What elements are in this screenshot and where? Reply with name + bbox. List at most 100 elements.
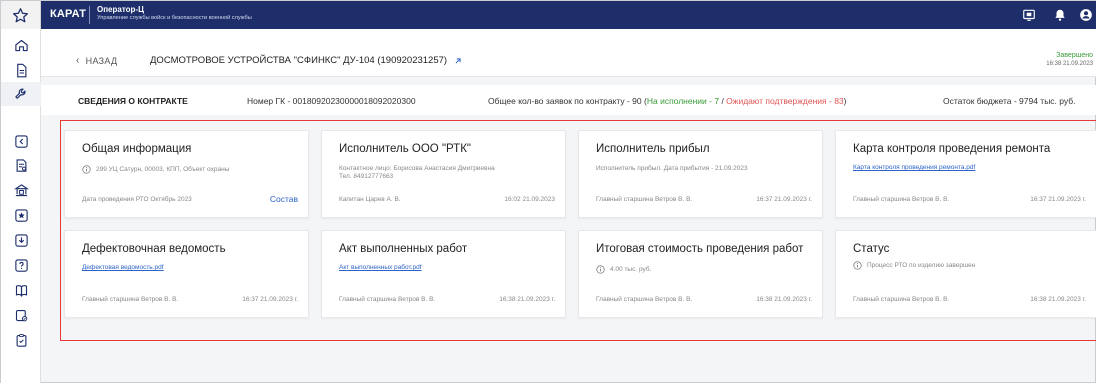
sidebar-item-repair[interactable] (1, 82, 41, 106)
card-title: Общая информация (82, 143, 192, 155)
card-footer-left: Главный старшина Ветров В. В. (596, 296, 693, 303)
user-icon (1080, 9, 1092, 21)
report-icon (16, 158, 26, 172)
card-title: Статус (853, 243, 890, 255)
page-header: ‹ НАЗАД ДОСМОТРОВОЕ УСТРОЙСТВА "СФИНКС" … (41, 29, 1096, 77)
card-title: Исполнитель ООО "РТК" (339, 143, 471, 155)
status-label: Завершено (1056, 52, 1093, 59)
card-footer-right: 16:38 21.09.2023 г. (756, 296, 812, 303)
help-square-icon (14, 258, 28, 272)
card-status[interactable]: Статус Процесс РТО по изделию завершен Г… (835, 230, 1096, 318)
card-line: 4.00 тыс. руб. (596, 265, 651, 274)
brand-divider (89, 6, 90, 24)
bank-icon (13, 183, 29, 196)
contract-title: СВЕДЕНИЯ О КОНТРАКТЕ (78, 96, 188, 106)
chevron-left-icon: ‹ (76, 55, 80, 66)
work-act-pdf-link[interactable]: Акт выполненных работ.pdf (339, 264, 422, 271)
card-title: Исполнитель прибыл (596, 143, 710, 155)
app-frame: КАРАТ Оператор-Ц Управление службы войск… (0, 0, 1096, 383)
card-contractor[interactable]: Исполнитель ООО "РТК" Контактное лицо: Б… (321, 130, 566, 218)
clipboard-icon (16, 333, 26, 347)
star-square-icon (14, 208, 28, 222)
defect-list-pdf-link[interactable]: Дефектовая ведомость.pdf (82, 264, 164, 271)
card-footer-left: Главный старшина Ветров В. В. (82, 296, 179, 303)
card-total-cost[interactable]: Итоговая стоимость проведения работ 4.00… (578, 230, 823, 318)
external-link-icon[interactable] (453, 56, 463, 66)
card-footer-right: 16:02 21.09.2023 (504, 196, 555, 203)
star-icon (12, 7, 29, 22)
repair-control-pdf-link[interactable]: Карта контроля проведения ремонта.pdf (853, 164, 975, 171)
sidebar-item-library[interactable] (1, 278, 41, 302)
notifications-button[interactable] (1051, 6, 1069, 24)
checklist-icon (15, 309, 27, 321)
sidebar-item-reports[interactable] (1, 153, 41, 177)
card-footer-right: 16:38 21.09.2023 г. (499, 296, 555, 303)
card-title: Итоговая стоимость проведения работ (596, 243, 804, 255)
card-line-text: Контактное лицо: Борисова Анастасия Дмит… (339, 165, 495, 172)
card-line: Исполнитель прибыл. Дата прибытия - 21.0… (596, 165, 748, 172)
card-footer-right: 16:37 21.09.2023 г. (1030, 196, 1086, 203)
bell-icon (1055, 9, 1065, 21)
card-defect-list[interactable]: Дефектовочная ведомость Дефектовая ведом… (64, 230, 309, 318)
requests-in-progress[interactable]: На исполнении - 7 (647, 96, 719, 106)
sidebar-item-tasks[interactable] (1, 328, 41, 352)
requests-total: Общее кол-во заявок по контракту - 90 ( (488, 96, 647, 106)
page-title-text: ДОСМОТРОВОЕ УСТРОЙСТВА "СФИНКС" ДУ-104 (… (150, 55, 448, 66)
card-footer-left: Дата проведения РТО Октябрь 2023 (82, 196, 192, 203)
card-line-text: Процесс РТО по изделию завершен (867, 262, 976, 269)
sidebar-item-documents[interactable] (1, 58, 41, 82)
sidebar-item-help[interactable] (1, 253, 41, 277)
book-icon (15, 284, 27, 297)
card-line-text: 299 УЦ Сатурн, 00003, КПП, Объект охраны (96, 166, 230, 173)
requests-awaiting[interactable]: Ожидают подтверждения - 83 (726, 96, 843, 106)
card-footer-right: 16:38 21.09.2023 г. (1030, 296, 1086, 303)
card-work-act[interactable]: Акт выполненных работ Акт выполненных ра… (321, 230, 566, 318)
card-footer-left: Главный старшина Ветров В. В. (853, 196, 950, 203)
brand-logo[interactable]: КАРАТ (50, 8, 86, 20)
back-label: НАЗАД (85, 55, 118, 66)
sidebar-item-download[interactable] (1, 228, 41, 252)
info-icon (596, 265, 605, 274)
card-line: Контактное лицо: Борисова Анастасия Дмит… (339, 165, 495, 172)
info-icon (82, 165, 91, 174)
top-bar: КАРАТ Оператор-Ц Управление службы войск… (1, 1, 1096, 29)
sidebar-item-bank[interactable] (1, 178, 41, 202)
contract-info-bar: СВЕДЕНИЯ О КОНТРАКТЕ Номер ГК - 00180920… (41, 85, 1096, 115)
card-footer-left: Капитан Царев А. В. (339, 196, 401, 203)
card-line: Процесс РТО по изделию завершен (853, 261, 975, 270)
app-subtitle: Управление службы войск и безопасности в… (97, 15, 252, 21)
info-icon (853, 261, 862, 270)
card-line-text: 4.00 тыс. руб. (610, 266, 652, 273)
card-footer-left: Главный старшина Ветров В. В. (339, 296, 436, 303)
budget-remaining: Остаток бюджета - 9794 тыс. руб. (943, 96, 1076, 106)
contract-number: Номер ГК - 00180920230000018092020300 (247, 96, 416, 106)
home-icon (14, 39, 28, 51)
contract-requests-summary: Общее кол-во заявок по контракту - 90 (Н… (488, 96, 847, 106)
card-line: 299 УЦ Сатурн, 00003, КПП, Объект охраны (82, 165, 229, 174)
back-button[interactable]: ‹ НАЗАД (76, 55, 117, 66)
user-menu-button[interactable] (1077, 6, 1095, 24)
favorites-button[interactable] (1, 1, 41, 29)
download-square-icon (14, 233, 28, 247)
sidebar-item-checklist[interactable] (1, 303, 41, 327)
wrench-icon (14, 88, 26, 100)
sidebar-item-home[interactable] (1, 33, 41, 57)
card-title: Карта контроля проведения ремонта (853, 143, 1051, 155)
process-status: Завершено 16:38 21.09.2023 (1046, 51, 1093, 68)
card-footer-left: Главный старшина Ветров В. В. (596, 196, 693, 203)
card-repair-control[interactable]: Карта контроля проведения ремонта Карта … (835, 130, 1096, 218)
sidebar (1, 29, 41, 383)
composition-link[interactable]: Состав (270, 194, 298, 204)
display-button[interactable] (1020, 6, 1038, 24)
card-contractor-arrived[interactable]: Исполнитель прибыл Исполнитель прибыл. Д… (578, 130, 823, 218)
requests-suffix: ) (843, 96, 847, 106)
sidebar-item-return[interactable] (1, 129, 41, 153)
card-footer-right: 16:37 21.09.2023 г. (756, 196, 812, 203)
card-line-text: Исполнитель прибыл. Дата прибытия - 21.0… (596, 165, 748, 172)
card-general-info[interactable]: Общая информация 299 УЦ Сатурн, 00003, К… (64, 130, 309, 218)
status-time: 16:38 21.09.2023 (1046, 61, 1093, 67)
sidebar-item-favorites[interactable] (1, 203, 41, 227)
card-line-2: Тел. 84912777663 (339, 173, 394, 180)
app-title: Оператор-Ц (97, 5, 144, 14)
card-footer-right: 16:37 21.09.2023 г. (242, 296, 298, 303)
